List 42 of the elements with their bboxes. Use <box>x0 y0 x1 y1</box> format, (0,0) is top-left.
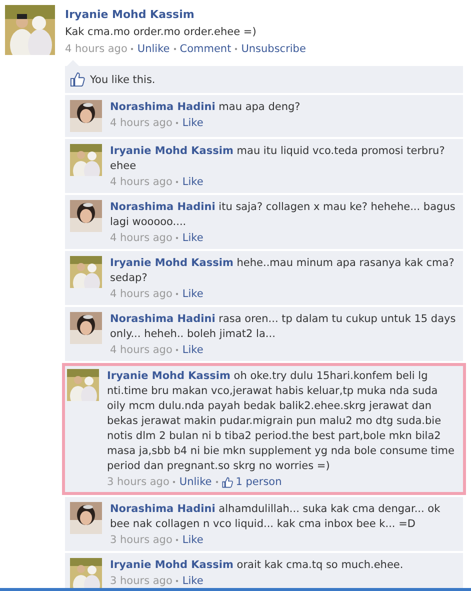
author-link[interactable]: Iryanie Mohd Kassim <box>107 370 230 382</box>
author-link[interactable]: Iryanie Mohd Kassim <box>110 559 234 571</box>
timestamp: 3 hours ago <box>110 534 172 546</box>
timestamp: 3 hours ago <box>107 476 170 488</box>
comment-text: Norashima Hadini alhamdulillah... suka kak cma dengar... ok bee nak collagen n vco liquid... kak cma inbox bee k... =D <box>110 502 442 532</box>
author-name[interactable]: Iryanie Mohd Kassim <box>65 8 463 21</box>
action-link[interactable]: Unsubscribe <box>241 43 306 55</box>
like-link[interactable]: Like <box>182 288 204 300</box>
like-count-link[interactable]: 1 person <box>222 476 282 488</box>
author-link[interactable]: Norashima Hadini <box>110 101 216 113</box>
comment-text: Norashima Hadini mau apa deng? <box>110 100 302 115</box>
author-link[interactable]: Iryanie Mohd Kassim <box>110 145 234 157</box>
comment-text: Iryanie Mohd Kassim mau itu liquid vco.teda promosi terbru? ehee <box>110 144 446 174</box>
author-link[interactable]: Norashima Hadini <box>110 201 216 213</box>
like-link[interactable]: Like <box>182 344 204 356</box>
like-link[interactable]: Like <box>182 232 204 244</box>
action-link[interactable]: Unlike <box>137 43 170 55</box>
timestamp: 4 hours ago <box>110 344 172 356</box>
like-link[interactable]: Unlike <box>179 476 212 488</box>
thumbs-up-icon <box>222 476 233 488</box>
action-link[interactable]: Comment <box>180 43 232 55</box>
likes-text: You like this. <box>90 74 156 86</box>
like-link[interactable]: Like <box>182 176 204 188</box>
timestamp: 3 hours ago <box>110 575 172 587</box>
author-link[interactable]: Iryanie Mohd Kassim <box>110 257 234 269</box>
author-link[interactable]: Norashima Hadini <box>110 313 216 325</box>
comment-text: Norashima Hadini rasa oren... tp dalam tu cukup untuk 15 days only... heheh.. boleh jimat2 la... <box>110 312 457 342</box>
comment-text: Iryanie Mohd Kassim hehe..mau minum apa rasanya kak cma? sedap? <box>110 256 456 286</box>
like-link[interactable]: Like <box>182 117 204 129</box>
timestamp: 4 hours ago <box>110 232 172 244</box>
timestamp: 4 hours ago <box>110 117 172 129</box>
timestamp: 4 hours ago <box>65 43 128 55</box>
timestamp: 4 hours ago <box>110 176 172 188</box>
comment-text: Iryanie Mohd Kassim oh oke.try dulu 15hari.konfem beli lg nti.time bru makan vco,jerawat habis keluar,tp muka nda suda oily mcm dulu.nda payah bedak balik2.ehee.skrg jerawat dan bekas jerawat makin pudar.migrain pun malu2 mo dtg suda.bie notis dlm 2 bulan ni b tiba2 period.the best part,bole mkn bila2 masa ja,sbb b4 ni bie mkn supplement yg nda bole consume time period dan pregnant.so skrg no worries =) <box>107 369 456 474</box>
like-link[interactable]: Like <box>182 575 204 587</box>
comment-text: Iryanie Mohd Kassim orait kak cma.tq so much.ehee. <box>110 558 404 573</box>
author-link[interactable]: Norashima Hadini <box>110 503 216 515</box>
comment-text: Norashima Hadini itu saja? collagen x mau ke? hehehe... bagus lagi wooooo.... <box>110 200 456 230</box>
thumbs-up-icon <box>70 72 85 87</box>
post-text: Kak cma.mo order.mo order.ehee =) <box>65 26 258 38</box>
timestamp: 4 hours ago <box>110 288 172 300</box>
like-link[interactable]: Like <box>182 534 204 546</box>
